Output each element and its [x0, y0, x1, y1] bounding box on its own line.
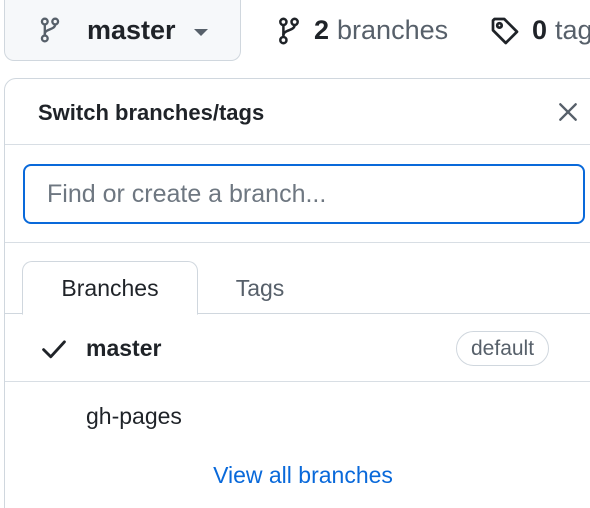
branches-label: branches	[337, 15, 449, 45]
search-section	[5, 145, 590, 243]
chevron-down-icon	[193, 28, 208, 36]
dropdown-title: Switch branches/tags	[38, 100, 265, 125]
close-icon[interactable]	[557, 101, 579, 123]
branch-search-input[interactable]	[23, 164, 585, 224]
tags-count: 0	[532, 15, 548, 45]
branches-count-link[interactable]: 2 branches	[276, 0, 448, 61]
tab-bar: Branches Tags	[5, 261, 590, 315]
branch-select-button[interactable]: master	[4, 0, 241, 61]
branch-item-master[interactable]: master default	[5, 315, 590, 382]
branch-name: gh-pages	[86, 403, 182, 429]
view-all-branches-link[interactable]: View all branches	[5, 462, 590, 489]
repo-branch-switcher: master 2 branches 0 tags Switch branches…	[0, 0, 590, 508]
branches-count: 2	[314, 15, 330, 45]
tag-icon	[491, 17, 519, 44]
git-branch-icon	[279, 17, 299, 44]
current-branch-label: master	[87, 14, 176, 45]
tags-count-link[interactable]: 0 tags	[490, 0, 590, 61]
tags-label: tags	[555, 15, 590, 45]
default-badge: default	[456, 331, 550, 366]
dropdown-header: Switch branches/tags	[5, 79, 590, 145]
branch-dropdown: Switch branches/tags Branches Tags maste…	[4, 78, 590, 508]
branch-item-gh-pages[interactable]: gh-pages	[5, 383, 590, 450]
check-icon	[42, 340, 66, 359]
git-branch-icon	[40, 17, 60, 43]
branch-name: master	[86, 334, 162, 361]
tab-branches[interactable]: Branches	[22, 261, 198, 315]
tab-tags[interactable]: Tags	[205, 261, 315, 315]
